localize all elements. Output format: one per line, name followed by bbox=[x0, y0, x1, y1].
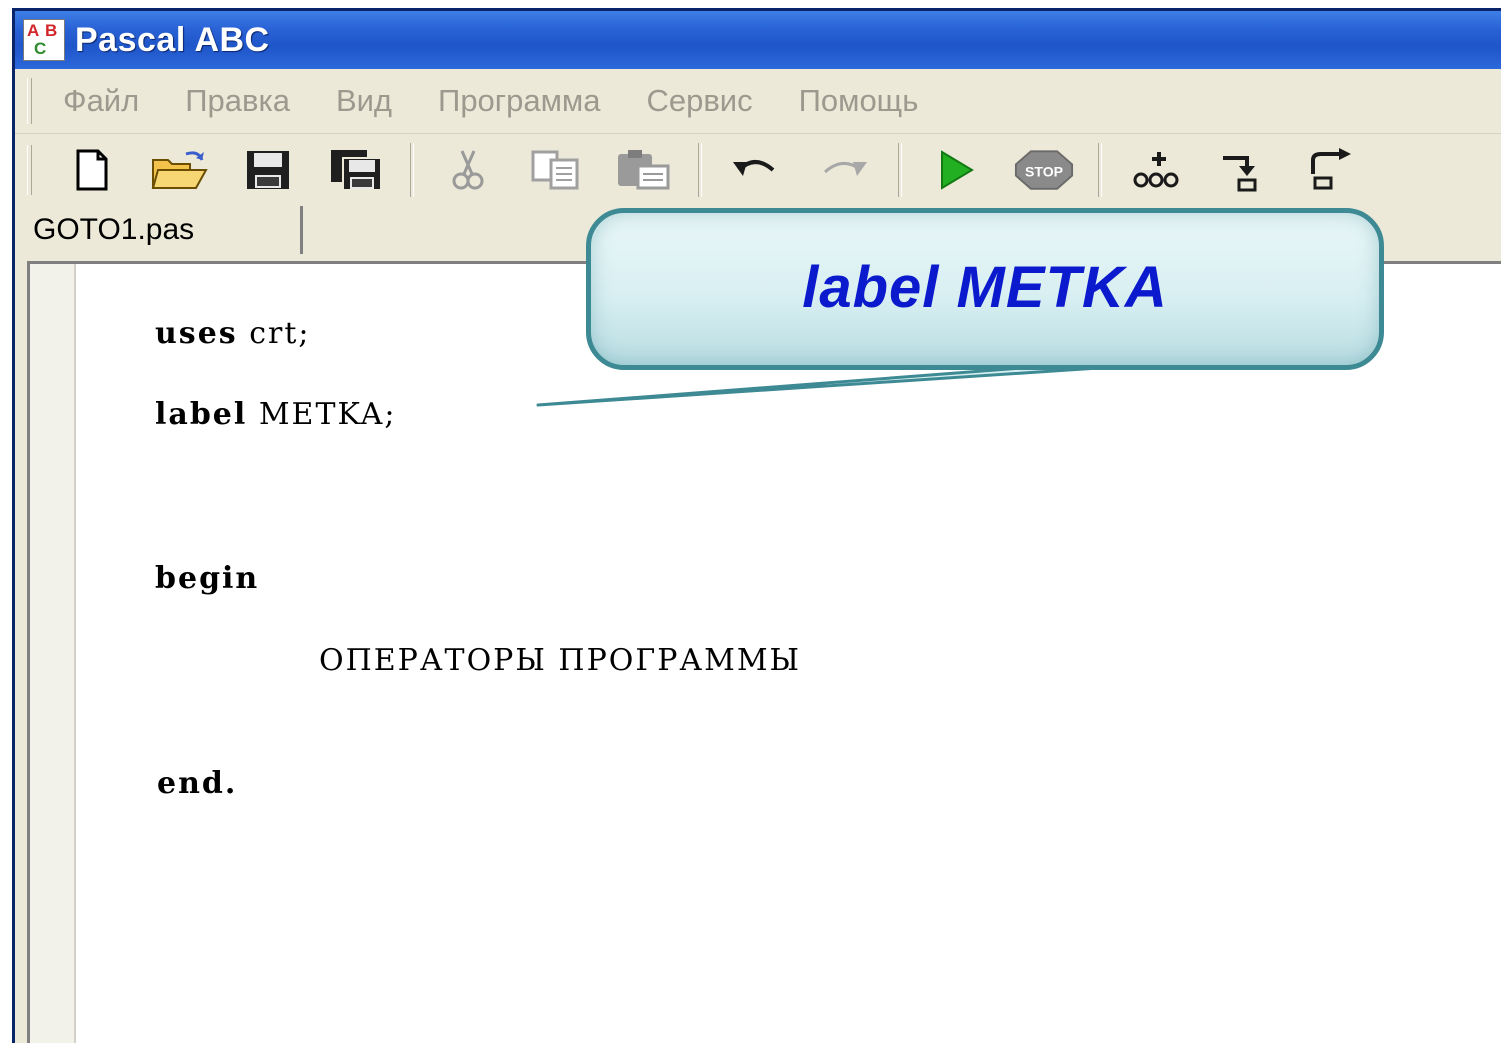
code-line-uses: uses crt; bbox=[155, 316, 311, 351]
undo-icon bbox=[733, 160, 775, 176]
menu-grip bbox=[27, 78, 32, 124]
step-into-icon bbox=[1223, 156, 1257, 192]
redo-icon bbox=[824, 162, 867, 176]
save-all-button[interactable] bbox=[326, 140, 386, 200]
menu-help[interactable]: Помощь bbox=[776, 69, 942, 133]
toolbar-grip bbox=[27, 145, 32, 195]
redo-button[interactable] bbox=[814, 140, 874, 200]
paste-button[interactable] bbox=[614, 140, 674, 200]
window-title: Pascal ABC bbox=[75, 20, 270, 59]
open-folder-icon bbox=[151, 151, 208, 189]
toolbar-separator bbox=[410, 143, 414, 197]
keyword-label: label bbox=[155, 397, 248, 432]
code-text: crt; bbox=[237, 316, 311, 351]
save-all-icon bbox=[331, 150, 382, 191]
cut-icon bbox=[452, 150, 484, 190]
stop-icon-label: STOP bbox=[1025, 164, 1063, 180]
code-editor[interactable]: uses crt; label METKA; begin ОПЕРАТОРЫ П… bbox=[27, 261, 1501, 1043]
paste-icon bbox=[618, 150, 670, 190]
stop-button[interactable]: STOP bbox=[1014, 140, 1074, 200]
menu-bar: Файл Правка Вид Программа Сервис Помощь bbox=[15, 69, 1501, 134]
toolbar-separator bbox=[698, 143, 702, 197]
app-icon-letter-b: B bbox=[45, 21, 58, 40]
menu-service[interactable]: Сервис bbox=[623, 69, 775, 133]
add-watch-icon bbox=[1133, 152, 1179, 188]
callout-text: label METKA bbox=[802, 254, 1168, 320]
menu-view[interactable]: Вид bbox=[313, 69, 415, 133]
keyword-begin: begin bbox=[155, 561, 260, 596]
toolbar: STOP bbox=[15, 134, 1501, 206]
code-line-end: end. bbox=[157, 766, 237, 801]
step-into-button[interactable] bbox=[1214, 140, 1274, 200]
stop-icon: STOP bbox=[1014, 150, 1074, 190]
cut-button[interactable] bbox=[438, 140, 498, 200]
toolbar-separator bbox=[898, 143, 902, 197]
save-button[interactable] bbox=[238, 140, 298, 200]
app-icon: A B C bbox=[23, 19, 65, 61]
pascal-abc-window: A B C Pascal ABC Файл Правка Вид Програм… bbox=[12, 8, 1501, 1043]
editor-gutter bbox=[30, 264, 76, 1043]
menu-file[interactable]: Файл bbox=[40, 69, 162, 133]
code-text: METKA; bbox=[247, 397, 397, 432]
menu-edit[interactable]: Правка bbox=[162, 69, 313, 133]
new-file-button[interactable] bbox=[62, 140, 122, 200]
code-line-begin: begin bbox=[155, 561, 259, 596]
step-over-icon bbox=[1311, 148, 1351, 190]
code-line-label: label METKA; bbox=[155, 397, 396, 432]
run-icon bbox=[941, 150, 974, 190]
app-icon-letter-c: C bbox=[34, 39, 47, 58]
add-watch-button[interactable] bbox=[1126, 140, 1186, 200]
code-line-statements: ОПЕРАТОРЫ ПРОГРАММЫ bbox=[319, 643, 801, 678]
copy-button[interactable] bbox=[526, 140, 586, 200]
tab-label: GOTO1.pas bbox=[33, 213, 195, 246]
callout-bubble: label METKA bbox=[586, 208, 1384, 370]
new-file-icon bbox=[76, 149, 108, 191]
keyword-end: end. bbox=[157, 766, 238, 801]
undo-button[interactable] bbox=[726, 140, 786, 200]
run-button[interactable] bbox=[926, 140, 986, 200]
title-bar: A B C Pascal ABC bbox=[15, 11, 1501, 69]
code-text: ОПЕРАТОРЫ ПРОГРАММЫ bbox=[319, 643, 802, 678]
keyword-uses: uses bbox=[155, 316, 238, 351]
toolbar-separator bbox=[1098, 143, 1102, 197]
open-file-button[interactable] bbox=[150, 140, 210, 200]
menu-program[interactable]: Программа bbox=[415, 69, 623, 133]
save-icon bbox=[247, 151, 289, 189]
copy-icon bbox=[531, 150, 579, 190]
app-icon-letter-a: A bbox=[27, 21, 40, 40]
step-over-button[interactable] bbox=[1302, 140, 1362, 200]
tab-goto1-pas[interactable]: GOTO1.pas bbox=[15, 206, 303, 254]
